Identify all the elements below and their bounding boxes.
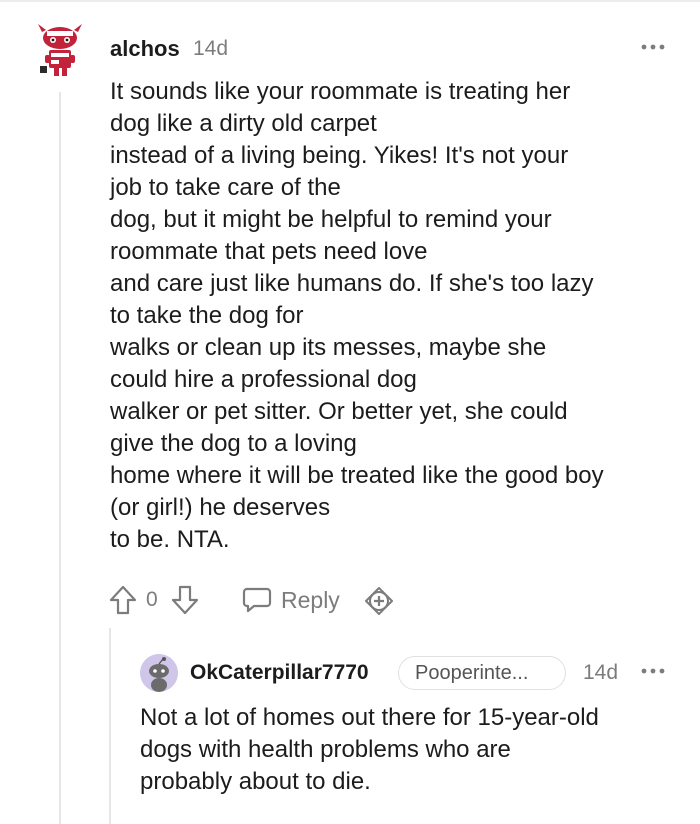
comment-author[interactable]: alchos [110, 36, 180, 62]
thread-collapse-line[interactable] [59, 92, 61, 824]
user-flair: Pooperinte... [398, 656, 566, 690]
more-options-icon[interactable] [641, 664, 665, 676]
comment-line: home where it will be treated like the g… [110, 462, 604, 489]
reply-thread-line[interactable] [109, 628, 111, 824]
comment-line: to be. NTA. [110, 526, 230, 553]
comment-line: give the dog to a loving [110, 430, 357, 457]
upvote-icon[interactable] [108, 584, 138, 616]
reply-body: Not a lot of homes out there for 15-year… [140, 702, 680, 798]
comment-line: could hire a professional dog [110, 366, 417, 393]
comment-line: walker or pet sitter. Or better yet, she… [110, 398, 568, 425]
comment-line: It sounds like your roommate is treating… [110, 78, 571, 105]
downvote-icon[interactable] [170, 584, 200, 616]
snoo-avatar-icon [140, 654, 178, 692]
reply-avatar[interactable] [140, 654, 178, 692]
comment-age: 14d [193, 37, 229, 60]
comment-body: It sounds like your roommate is treating… [110, 76, 680, 556]
comment-line: to take the dog for [110, 302, 304, 329]
reply-line: dogs with health problems who are [140, 736, 511, 763]
more-options-icon[interactable] [641, 40, 665, 52]
award-plus-icon[interactable] [364, 586, 394, 616]
comment-line: and care just like humans do. If she's t… [110, 270, 594, 297]
comment-line: roommate that pets need love [110, 238, 428, 265]
comment-line: instead of a living being. Yikes! It's n… [110, 142, 569, 169]
reply-line: probably about to die. [140, 768, 371, 795]
reply-line: Not a lot of homes out there for 15-year… [140, 704, 599, 731]
reply-age: 14d [583, 661, 619, 684]
reply-author[interactable]: OkCaterpillar7770 [190, 661, 369, 685]
reply-button[interactable]: Reply [281, 587, 340, 614]
reply-bubble-icon[interactable] [242, 586, 272, 614]
comment-line: dog, but it might be helpful to remind y… [110, 206, 552, 233]
comment-line: (or girl!) he deserves [110, 494, 331, 521]
comment-line: walks or clean up its messes, maybe she [110, 334, 547, 361]
vote-score: 0 [146, 588, 158, 611]
comment-line: job to take care of the [110, 174, 341, 201]
user-avatar[interactable] [36, 22, 84, 80]
comment-line: dog like a dirty old carpet [110, 110, 377, 137]
top-divider [0, 0, 700, 2]
snoo-avatar-icon [38, 24, 82, 76]
